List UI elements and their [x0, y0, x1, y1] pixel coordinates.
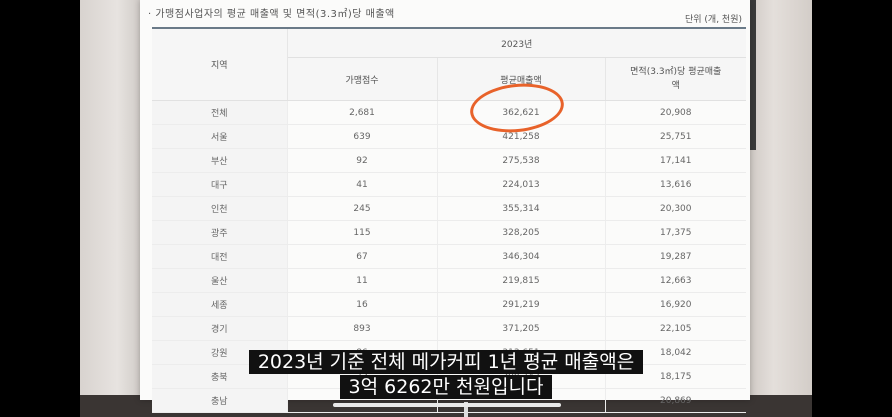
cell-per-area: 17,375 — [605, 220, 746, 245]
cell-avg-sales: 355,314 — [437, 196, 606, 221]
cell-stores: 115 — [287, 220, 438, 245]
subtitle-line-1: 2023년 기준 전체 메가커피 1년 평균 매출액은 — [0, 347, 892, 374]
table-row: 대구 41 224,013 13,616 — [152, 172, 746, 197]
cell-per-area: 12,663 — [605, 268, 746, 293]
cell-region: 대전 — [152, 244, 288, 269]
cell-stores: 245 — [287, 196, 438, 221]
cell-stores: 67 — [287, 244, 438, 269]
header-region: 지역 — [152, 27, 288, 101]
table-row: 대전 67 346,304 19,287 — [152, 244, 746, 269]
cell-region: 전체 — [152, 100, 288, 125]
cell-stores: 893 — [287, 316, 438, 341]
table-row: 서울 639 421,258 25,751 — [152, 124, 746, 149]
cell-region: 대구 — [152, 172, 288, 197]
cell-region: 인천 — [152, 196, 288, 221]
video-frame: · 가맹점사업자의 평균 매출액 및 면적(3.3㎡)당 매출액 단위 (개, … — [0, 0, 892, 417]
cell-region: 경기 — [152, 316, 288, 341]
cell-per-area: 17,141 — [605, 148, 746, 173]
cell-stores: 11 — [287, 268, 438, 293]
cell-avg-sales: 219,815 — [437, 268, 606, 293]
table-row: 광주 115 328,205 17,375 — [152, 220, 746, 245]
cell-avg-sales: 275,538 — [437, 148, 606, 173]
cell-per-area: 25,751 — [605, 124, 746, 149]
cell-region: 세종 — [152, 292, 288, 317]
cell-stores: 639 — [287, 124, 438, 149]
header-stores: 가맹점수 — [287, 57, 438, 101]
cell-region: 광주 — [152, 220, 288, 245]
cell-region: 서울 — [152, 124, 288, 149]
cell-region: 울산 — [152, 268, 288, 293]
header-year: 2023년 — [287, 27, 746, 58]
cell-stores: 16 — [287, 292, 438, 317]
cell-avg-sales: 224,013 — [437, 172, 606, 197]
video-progress-bar[interactable] — [333, 403, 561, 407]
table-row: 울산 11 219,815 12,663 — [152, 268, 746, 293]
cell-per-area: 13,616 — [605, 172, 746, 197]
cell-per-area: 20,908 — [605, 100, 746, 125]
printed-table-sheet: · 가맹점사업자의 평균 매출액 및 면적(3.3㎡)당 매출액 단위 (개, … — [140, 0, 750, 413]
cell-avg-sales: 328,205 — [437, 220, 606, 245]
cell-stores: 41 — [287, 172, 438, 197]
cell-stores: 2,681 — [287, 100, 438, 125]
cell-avg-sales: 371,205 — [437, 316, 606, 341]
table-caption: · 가맹점사업자의 평균 매출액 및 면적(3.3㎡)당 매출액 — [148, 9, 395, 20]
cell-avg-sales: 346,304 — [437, 244, 606, 269]
cell-region: 부산 — [152, 148, 288, 173]
table-row: 인천 245 355,314 20,300 — [152, 196, 746, 221]
cell-per-area: 22,105 — [605, 316, 746, 341]
unit-label: 단위 (개, 천원) — [684, 15, 742, 25]
cell-stores: 92 — [287, 148, 438, 173]
paper-edge-shadow — [750, 0, 756, 150]
table-row: 경기 893 371,205 22,105 — [152, 316, 746, 341]
cell-per-area: 20,300 — [605, 196, 746, 221]
header-per-area: 면적(3.3㎡)당 평균매출액 — [605, 57, 746, 101]
cell-per-area: 19,287 — [605, 244, 746, 269]
table-row: 전체 2,681 362,621 20,908 — [152, 100, 746, 125]
table-row: 세종 16 291,219 16,920 — [152, 292, 746, 317]
cell-avg-sales: 291,219 — [437, 292, 606, 317]
cell-per-area: 16,920 — [605, 292, 746, 317]
subtitle-line-2: 3억 6262만 천원입니다 — [0, 372, 892, 399]
table-row: 부산 92 275,538 17,141 — [152, 148, 746, 173]
